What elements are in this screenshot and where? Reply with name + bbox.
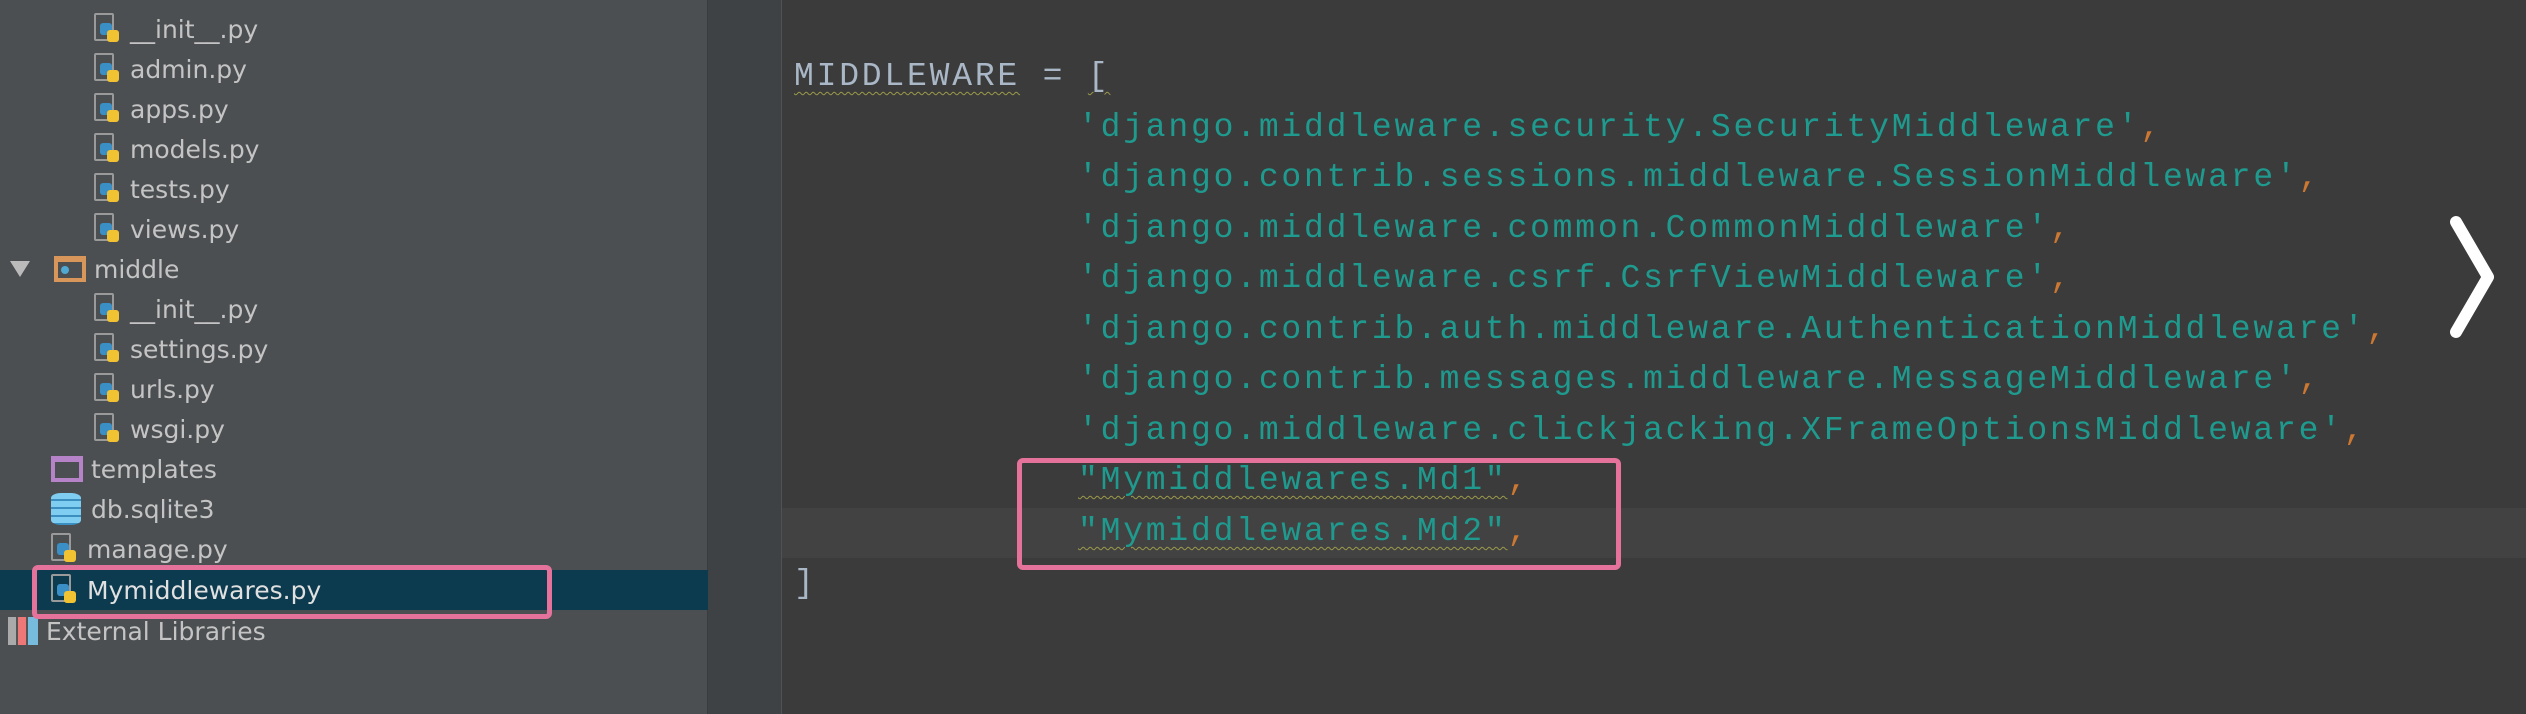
tree-item-urls-py[interactable]: urls.py bbox=[0, 369, 708, 409]
tree-item-label: tests.py bbox=[130, 174, 230, 204]
tree-item-label: wsgi.py bbox=[130, 414, 225, 444]
tree-item-label: urls.py bbox=[130, 374, 215, 404]
code-line-4: 'django.middleware.common.CommonMiddlewa… bbox=[1078, 204, 2073, 254]
open-bracket: [ bbox=[1087, 58, 1111, 95]
tree-item-init-py[interactable]: __init__.py bbox=[0, 9, 708, 49]
code-line-11: ] bbox=[794, 559, 817, 609]
close-bracket: ] bbox=[794, 565, 817, 602]
string-literal: 'django.middleware.clickjacking.XFrameOp… bbox=[1078, 412, 2344, 449]
tree-item-label: __init__.py bbox=[130, 14, 259, 44]
tree-item-db-sqlite3[interactable]: db.sqlite3 bbox=[0, 489, 708, 529]
code-line-7: 'django.contrib.messages.middleware.Mess… bbox=[1078, 355, 2321, 405]
tree-item-label: middle bbox=[94, 254, 180, 284]
tree-item-label: External Libraries bbox=[46, 616, 266, 646]
highlight-box-code bbox=[1017, 458, 1621, 570]
tree-item-admin-py[interactable]: admin.py bbox=[0, 49, 708, 89]
tree-item-tests-py[interactable]: tests.py bbox=[0, 169, 708, 209]
tree-item-label: models.py bbox=[130, 134, 260, 164]
code-line-1: MIDDLEWARE = [ bbox=[794, 52, 1110, 102]
python-file-icon bbox=[94, 413, 122, 445]
python-file-icon bbox=[94, 293, 122, 325]
comma: , bbox=[2049, 260, 2073, 297]
tree-item-label: views.py bbox=[130, 214, 240, 244]
tree-item-manage-py[interactable]: manage.py bbox=[0, 529, 708, 569]
comma: , bbox=[2049, 210, 2073, 247]
python-file-icon bbox=[94, 13, 122, 45]
tree-item-label: admin.py bbox=[130, 54, 247, 84]
string-literal: 'django.contrib.messages.middleware.Mess… bbox=[1078, 361, 2299, 398]
python-file-icon bbox=[94, 133, 122, 165]
database-icon bbox=[51, 493, 81, 525]
code-line-8: 'django.middleware.clickjacking.XFrameOp… bbox=[1078, 406, 2366, 456]
tree-item-apps-py[interactable]: apps.py bbox=[0, 89, 708, 129]
tree-item-label: apps.py bbox=[130, 94, 229, 124]
expand-triangle-icon[interactable] bbox=[10, 261, 30, 277]
comma: , bbox=[2366, 311, 2389, 348]
tree-item-label: __init__.py bbox=[130, 294, 259, 324]
highlight-box-file bbox=[32, 565, 552, 619]
python-file-icon bbox=[94, 53, 122, 85]
editor-gutter bbox=[708, 0, 824, 714]
python-file-icon bbox=[94, 93, 122, 125]
tree-item-wsgi-py[interactable]: wsgi.py bbox=[0, 409, 708, 449]
project-tree: __init__.py admin.py apps.py models.py t… bbox=[0, 0, 708, 714]
tree-item-templates-folder[interactable]: templates bbox=[0, 449, 708, 489]
python-file-icon bbox=[94, 373, 122, 405]
comma: , bbox=[2343, 412, 2367, 449]
python-file-icon bbox=[94, 333, 122, 365]
string-literal: 'django.middleware.security.SecurityMidd… bbox=[1078, 109, 2141, 146]
code-line-5: 'django.middleware.csrf.CsrfViewMiddlewa… bbox=[1078, 254, 2073, 304]
tree-item-label: manage.py bbox=[87, 534, 228, 564]
python-file-icon bbox=[94, 213, 122, 245]
python-file-icon bbox=[51, 533, 79, 565]
libraries-icon bbox=[8, 617, 38, 645]
operator: = bbox=[1020, 58, 1088, 95]
string-literal: 'django.middleware.csrf.CsrfViewMiddlewa… bbox=[1078, 260, 2050, 297]
comma: , bbox=[2298, 361, 2322, 398]
package-folder-icon bbox=[54, 256, 86, 282]
python-file-icon bbox=[94, 173, 122, 205]
comma: , bbox=[2140, 109, 2163, 146]
code-editor[interactable]: MIDDLEWARE = [ 'django.middleware.securi… bbox=[782, 0, 2526, 714]
tree-item-models-py[interactable]: models.py bbox=[0, 129, 708, 169]
tree-item-init-py[interactable]: __init__.py bbox=[0, 289, 708, 329]
comma: , bbox=[2298, 159, 2322, 196]
code-line-2: 'django.middleware.security.SecurityMidd… bbox=[1078, 103, 2163, 153]
tree-item-label: templates bbox=[91, 454, 217, 484]
code-line-3: 'django.contrib.sessions.middleware.Sess… bbox=[1078, 153, 2321, 203]
tree-item-settings-py[interactable]: settings.py bbox=[0, 329, 708, 369]
tree-item-label: db.sqlite3 bbox=[91, 494, 215, 524]
string-literal: 'django.contrib.sessions.middleware.Sess… bbox=[1078, 159, 2299, 196]
string-literal: 'django.middleware.common.CommonMiddlewa… bbox=[1078, 210, 2050, 247]
code-line-6: 'django.contrib.auth.middleware.Authenti… bbox=[1078, 305, 2389, 355]
string-literal: 'django.contrib.auth.middleware.Authenti… bbox=[1078, 311, 2367, 348]
chevron-right-icon[interactable] bbox=[2442, 212, 2502, 342]
identifier: MIDDLEWARE bbox=[794, 58, 1021, 95]
tree-item-label: settings.py bbox=[130, 334, 269, 364]
tree-item-middle-folder[interactable]: middle bbox=[0, 249, 708, 289]
tree-item-views-py[interactable]: views.py bbox=[0, 209, 708, 249]
templates-folder-icon bbox=[51, 456, 83, 482]
